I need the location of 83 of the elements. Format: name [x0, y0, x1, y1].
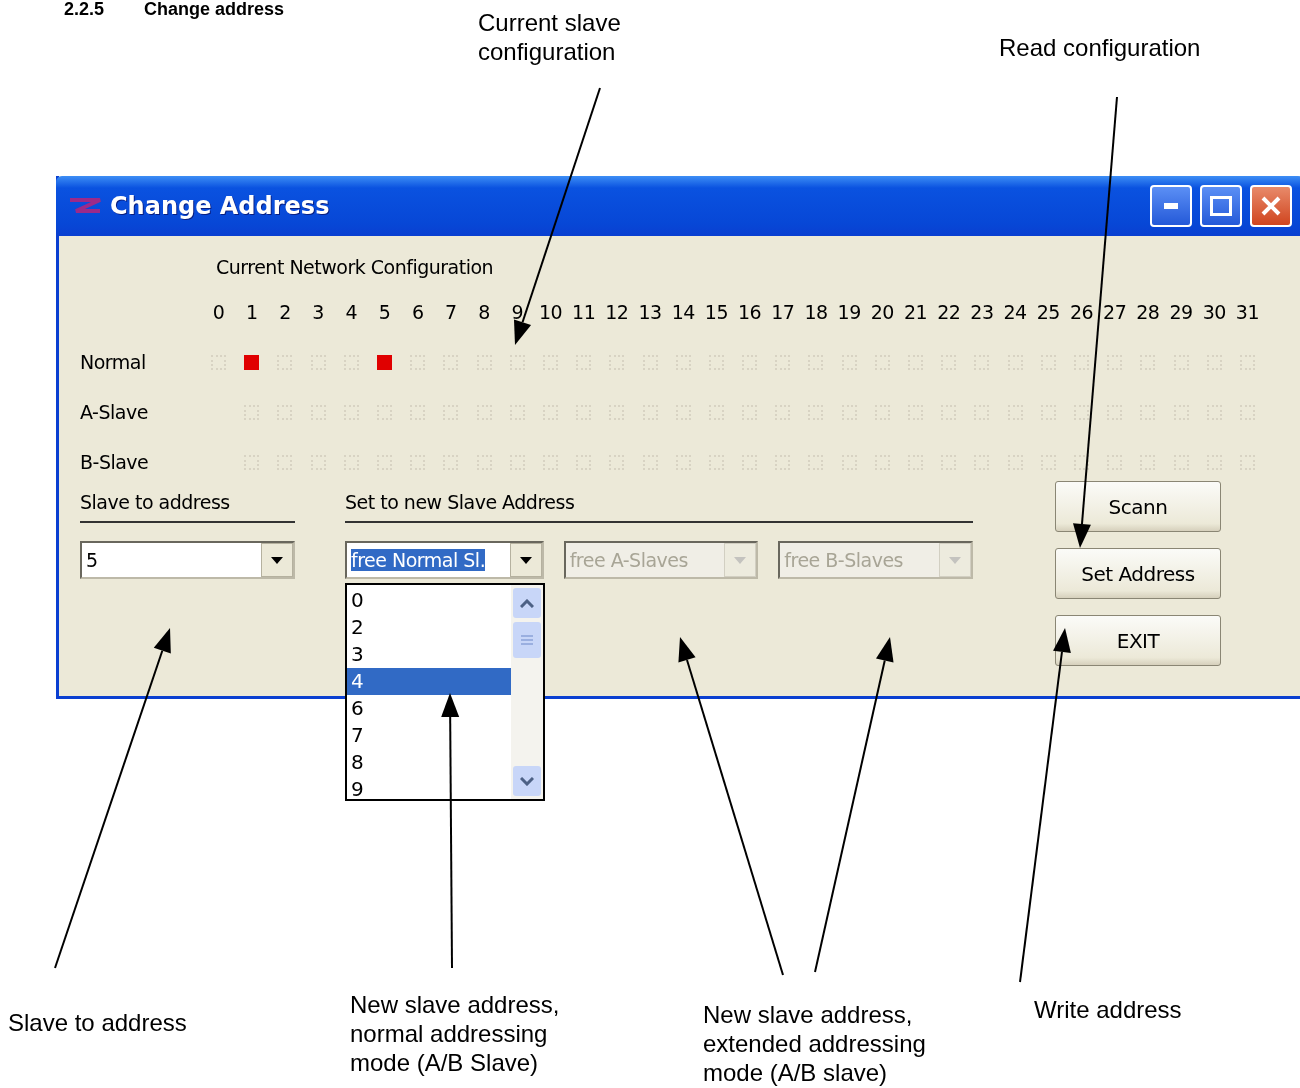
address-number: 19: [836, 301, 862, 323]
dropdown-option[interactable]: 3: [347, 641, 511, 668]
address-number: 28: [1135, 301, 1161, 323]
section-title: Slave to address: [80, 487, 295, 523]
caret-icon: [519, 556, 532, 564]
address-number: 10: [537, 301, 564, 323]
address-number: 15: [703, 301, 729, 323]
combo-value: free Normal Sl.: [351, 549, 486, 571]
dialog-button[interactable]: Set Address: [1055, 548, 1221, 599]
address-number: 11: [571, 301, 597, 323]
address-number: 26: [1068, 301, 1095, 323]
dropdown-option[interactable]: 9: [347, 776, 511, 803]
group-title: Current Network Configuration: [215, 255, 495, 280]
address-number: 27: [1102, 301, 1128, 323]
grip-icon: [521, 634, 533, 646]
address-number: 8: [477, 301, 491, 323]
section-title: Set to new Slave Address: [345, 487, 973, 523]
window-title: Change Address: [110, 192, 331, 220]
address-number: 18: [803, 301, 829, 323]
minimize-button[interactable]: [1150, 185, 1192, 227]
section-heading: Change address: [144, 0, 285, 18]
address-number: 16: [737, 301, 763, 323]
address-number: 25: [1035, 301, 1061, 323]
address-number: 23: [969, 301, 995, 323]
scrollbar[interactable]: [511, 585, 543, 799]
caret-icon: [271, 556, 283, 564]
address-number: 20: [869, 301, 895, 323]
close-icon: [1261, 196, 1281, 216]
row-label: B-Slave: [80, 451, 150, 473]
combo-value: free B-Slaves: [784, 549, 904, 571]
caret-icon: [734, 556, 747, 564]
app-logo-icon: [68, 197, 102, 215]
dropdown-option[interactable]: 7: [347, 722, 511, 749]
dropdown-option[interactable]: 2: [347, 614, 511, 641]
section-number: 2.2.5: [64, 0, 105, 18]
address-number: 21: [902, 301, 929, 323]
address-number: 29: [1168, 301, 1194, 323]
dialog-button[interactable]: EXIT: [1055, 615, 1221, 666]
annotation-label: New slave address, extended addressing mode (A/B slave): [703, 1000, 927, 1087]
annotation-label: Write address: [1034, 995, 1183, 1024]
scroll-down-button[interactable]: [513, 766, 541, 796]
dropdown-button[interactable]: [261, 543, 293, 577]
address-number: 22: [936, 301, 962, 323]
scroll-thumb[interactable]: [513, 622, 541, 658]
address-number: 30: [1201, 301, 1227, 323]
address-number: 14: [670, 301, 696, 323]
address-number: 7: [444, 301, 458, 323]
minimize-icon: [1164, 203, 1178, 209]
address-number: 3: [311, 301, 325, 323]
address-number: 13: [637, 301, 663, 323]
row-label: Normal: [80, 351, 147, 373]
address-number: 2: [278, 301, 292, 323]
address-number: 24: [1002, 301, 1028, 323]
dropdown-button[interactable]: [509, 543, 542, 577]
close-button[interactable]: [1250, 185, 1292, 227]
combo-value: free A-Slaves: [569, 549, 688, 571]
caret-icon: [949, 556, 961, 564]
annotation-label: New slave address, normal addressing mode (A/B Slave): [350, 990, 561, 1077]
combo-value: 5: [86, 549, 98, 571]
address-number: 17: [770, 301, 796, 323]
slave-combo[interactable]: 5: [80, 541, 295, 579]
address-number: 12: [604, 301, 630, 323]
address-number: 0: [211, 301, 226, 323]
address-number: 4: [344, 301, 359, 323]
address-number: 5: [377, 301, 392, 323]
dropdown-option[interactable]: 4: [347, 668, 511, 695]
chevron-down-icon: [520, 776, 534, 786]
dropdown-option[interactable]: 0: [347, 587, 511, 614]
annotation-label: Read configuration: [999, 33, 1202, 62]
address-number: 31: [1234, 301, 1260, 323]
scroll-up-button[interactable]: [513, 588, 541, 618]
address-number: 9: [510, 301, 525, 323]
dialog-button[interactable]: Scann: [1055, 481, 1221, 532]
address-number: 6: [410, 301, 425, 323]
dropdown-option[interactable]: 8: [347, 749, 511, 776]
maximize-button[interactable]: [1200, 185, 1242, 227]
annotation-label: Current slave configuration: [478, 8, 622, 66]
row-label: A-Slave: [80, 401, 149, 423]
chevron-up-icon: [520, 598, 534, 608]
maximize-icon: [1210, 196, 1232, 216]
address-number: 1: [245, 301, 259, 323]
dropdown-option[interactable]: 6: [347, 695, 511, 722]
annotation-label: Slave to address: [8, 1008, 188, 1037]
